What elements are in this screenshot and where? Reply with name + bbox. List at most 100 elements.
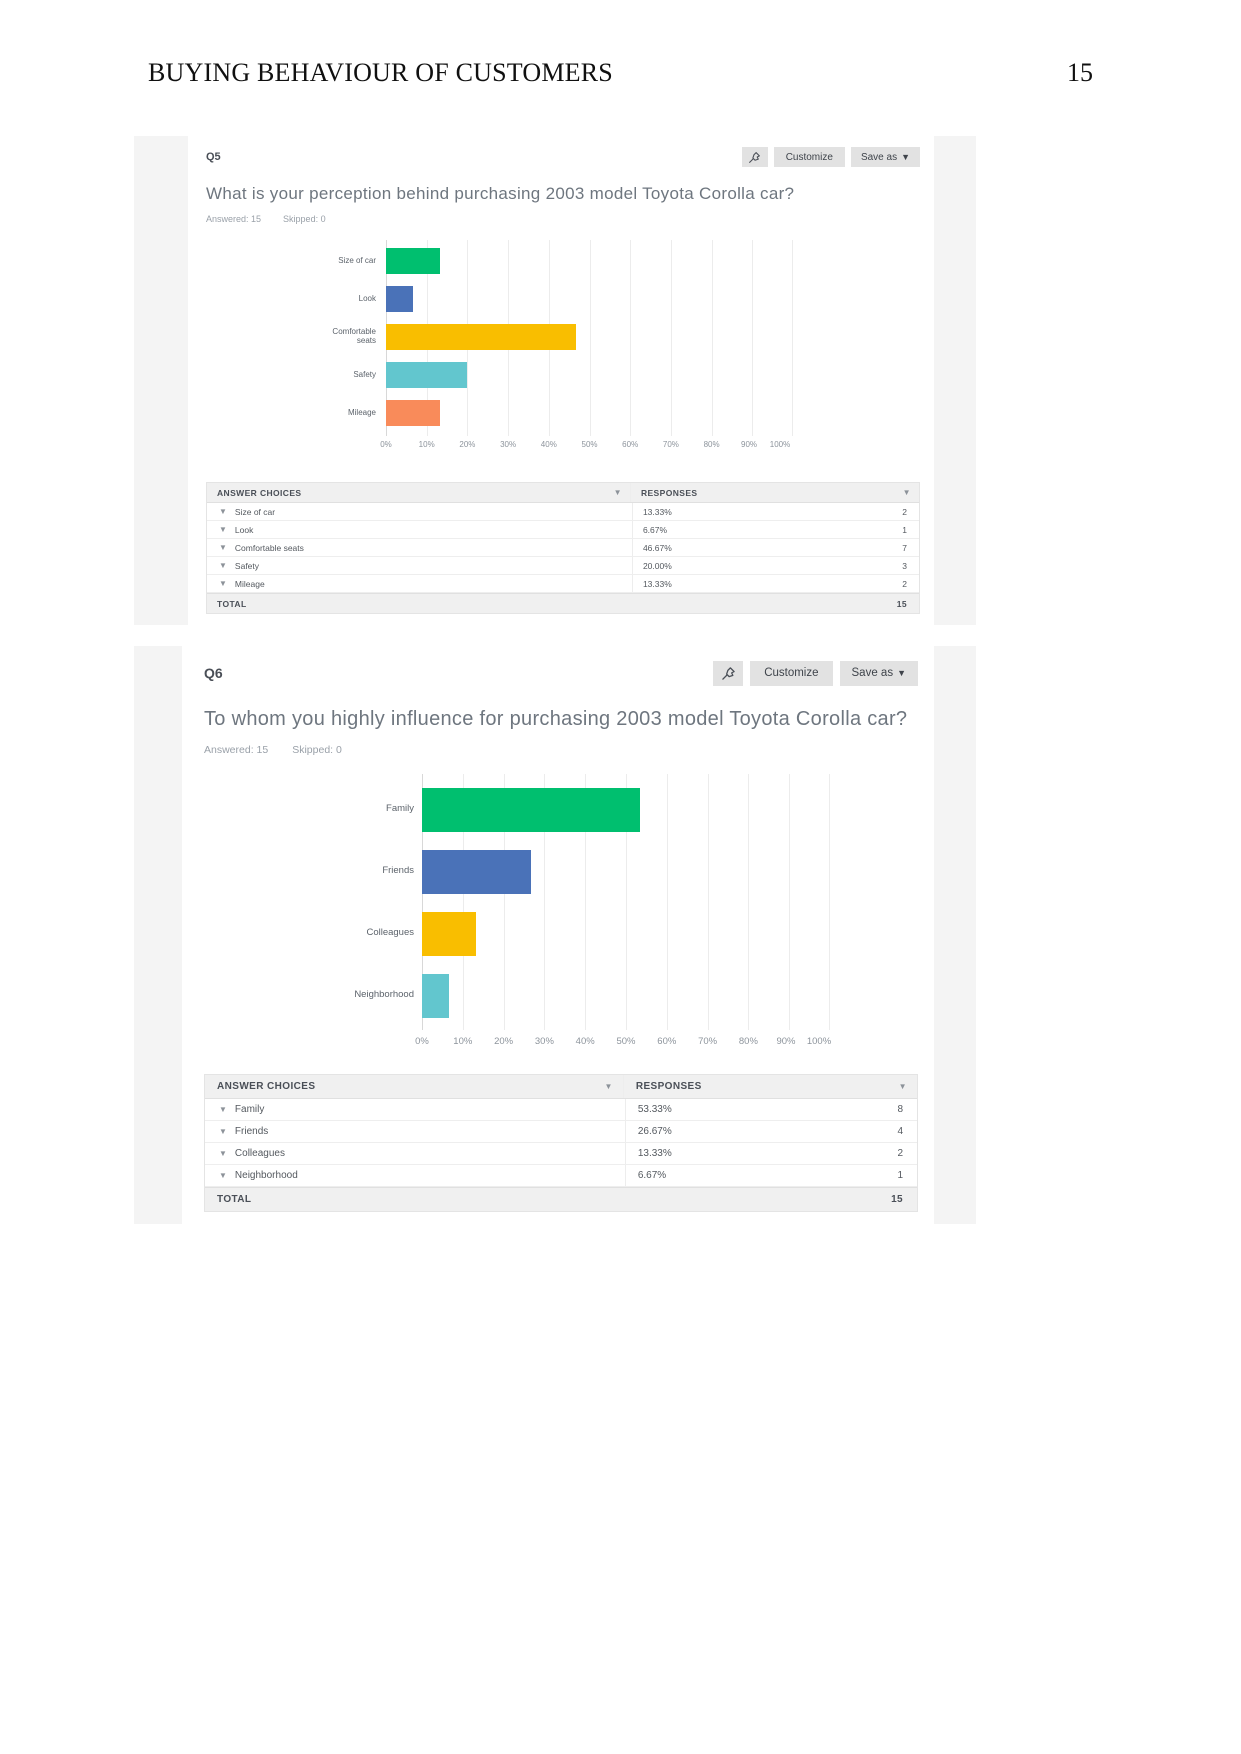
xtick-50: 50% [581, 440, 598, 449]
count-value: 1 [902, 524, 907, 535]
xtick-50: 50% [616, 1036, 636, 1047]
percent-value: 46.67% [642, 542, 672, 553]
xtick-80: 80% [703, 440, 720, 449]
xtick-100: 100% [769, 440, 791, 449]
bar-neighborhood [422, 974, 450, 1018]
gridline-60 [666, 774, 668, 1030]
percent-value: 13.33% [642, 578, 672, 589]
customize-button[interactable]: Customize [750, 660, 833, 686]
table-row[interactable]: ▼ Friends 26.67% 4 [205, 1121, 917, 1143]
table-row[interactable]: ▼ Safety 20.00% 3 [207, 557, 919, 575]
bar-family [422, 788, 640, 832]
page-title: BUYING BEHAVIOUR OF CUSTOMERS [148, 58, 613, 87]
bar-label-safety: Safety [353, 370, 376, 379]
bar-label-colleagues: Colleagues [366, 927, 414, 938]
percent-value: 53.33% [637, 1104, 672, 1115]
table-row[interactable]: ▼ Neighborhood 6.67% 1 [205, 1165, 917, 1187]
table-row[interactable]: ▼ Mileage 13.33% 2 [207, 575, 919, 593]
choice-label: Comfortable seats [234, 542, 304, 553]
chevron-down-icon[interactable]: ▼ [899, 1082, 907, 1091]
choice-label: Look [234, 524, 254, 535]
col-answer-choices-label: ANSWER CHOICES [217, 487, 302, 498]
gridline-60 [630, 240, 632, 436]
question-title-q5: What is your perception behind purchasin… [206, 184, 795, 203]
total-label: TOTAL [217, 1194, 252, 1205]
count-value: 1 [897, 1170, 903, 1181]
xtick-0: 0% [415, 1036, 429, 1047]
bar-label-look: Look [358, 294, 376, 303]
choice-label: Mileage [234, 578, 265, 589]
bar-mileage [386, 400, 441, 426]
cell-choice: ▼ Safety [207, 557, 633, 574]
choice-label: Neighborhood [234, 1170, 298, 1181]
table-row[interactable]: ▼ Colleagues 13.33% 2 [205, 1143, 917, 1165]
customize-button[interactable]: Customize [773, 147, 845, 167]
percent-value: 26.67% [637, 1126, 672, 1137]
save-as-button[interactable]: Save as ▼ [850, 147, 920, 167]
chevron-down-icon: ▼ [897, 667, 906, 678]
table-row[interactable]: ▼ Comfortable seats 46.67% 7 [207, 539, 919, 557]
chevron-down-icon[interactable]: ▼ [219, 579, 227, 588]
table-row[interactable]: ▼ Look 6.67% 1 [207, 521, 919, 539]
save-as-button[interactable]: Save as ▼ [839, 660, 918, 686]
chart-plot-area-q5 [386, 240, 793, 436]
response-table-q6: ANSWER CHOICES ▼ RESPONSES ▼ ▼ Family 53… [204, 1074, 918, 1212]
pushpin-icon[interactable] [741, 147, 768, 167]
table-row[interactable]: ▼ Family 53.33% 8 [205, 1099, 917, 1121]
chevron-down-icon[interactable]: ▼ [219, 525, 227, 534]
cell-choice: ▼ Family [205, 1099, 626, 1120]
response-table-q5: ANSWER CHOICES ▼ RESPONSES ▼ ▼ Size of c… [206, 482, 920, 614]
col-answer-choices[interactable]: ANSWER CHOICES ▼ [205, 1075, 624, 1098]
count-value: 7 [902, 542, 907, 553]
cell-response: 26.67% 4 [626, 1121, 917, 1142]
cell-response: 13.33% 2 [633, 503, 919, 520]
col-responses[interactable]: RESPONSES ▼ [631, 483, 919, 502]
chevron-down-icon[interactable]: ▼ [614, 488, 622, 497]
xtick-100: 100% [806, 1036, 832, 1047]
cell-choice: ▼ Colleagues [205, 1143, 626, 1164]
bar-colleagues [422, 912, 477, 956]
xtick-90: 90% [776, 1036, 796, 1047]
chevron-down-icon[interactable]: ▼ [219, 1127, 227, 1136]
chevron-down-icon[interactable]: ▼ [219, 507, 227, 516]
chevron-down-icon[interactable]: ▼ [903, 488, 911, 497]
count-value: 3 [902, 560, 907, 571]
pushpin-icon-glyph [721, 666, 735, 680]
x-axis-q5: 0% 10% 20% 30% 40% 50% 60% 70% 80% 90% 1… [380, 440, 793, 454]
table-total-row-q5: TOTAL 15 [207, 593, 919, 613]
cell-choice: ▼ Comfortable seats [207, 539, 633, 556]
choice-label: Colleagues [234, 1148, 285, 1159]
cell-response: 6.67% 1 [626, 1165, 917, 1186]
xtick-60: 60% [622, 440, 639, 449]
gridline-90 [789, 774, 791, 1030]
chevron-down-icon[interactable]: ▼ [219, 1171, 227, 1180]
meta-spacer [268, 744, 292, 756]
total-label-cell: TOTAL [207, 594, 630, 613]
xtick-20: 20% [494, 1036, 514, 1047]
chevron-down-icon[interactable]: ▼ [219, 1149, 227, 1158]
col-responses[interactable]: RESPONSES ▼ [624, 1075, 917, 1098]
cell-response: 53.33% 8 [626, 1099, 917, 1120]
table-row[interactable]: ▼ Size of car 13.33% 2 [207, 503, 919, 521]
count-value: 2 [897, 1148, 903, 1159]
gridline-80 [748, 774, 750, 1030]
pushpin-icon-glyph [749, 151, 761, 163]
question-title-q6: To whom you highly influence for purchas… [204, 708, 908, 730]
bar-label-neighborhood: Neighborhood [354, 989, 414, 1000]
chevron-down-icon[interactable]: ▼ [605, 1082, 613, 1091]
chevron-down-icon[interactable]: ▼ [219, 561, 227, 570]
col-answer-choices[interactable]: ANSWER CHOICES ▼ [207, 483, 631, 502]
cell-response: 46.67% 7 [633, 539, 919, 556]
percent-value: 13.33% [642, 506, 672, 517]
col-responses-label: RESPONSES [635, 1081, 702, 1092]
chevron-down-icon[interactable]: ▼ [219, 543, 227, 552]
chevron-down-icon[interactable]: ▼ [219, 1105, 227, 1114]
gridline-90 [752, 240, 754, 436]
cell-choice: ▼ Friends [205, 1121, 626, 1142]
pushpin-icon[interactable] [713, 660, 744, 686]
save-as-label: Save as [860, 151, 898, 163]
bar-look [386, 286, 414, 312]
choice-label: Friends [234, 1126, 269, 1137]
xtick-60: 60% [657, 1036, 677, 1047]
table-header-row-q6: ANSWER CHOICES ▼ RESPONSES ▼ [205, 1075, 917, 1099]
